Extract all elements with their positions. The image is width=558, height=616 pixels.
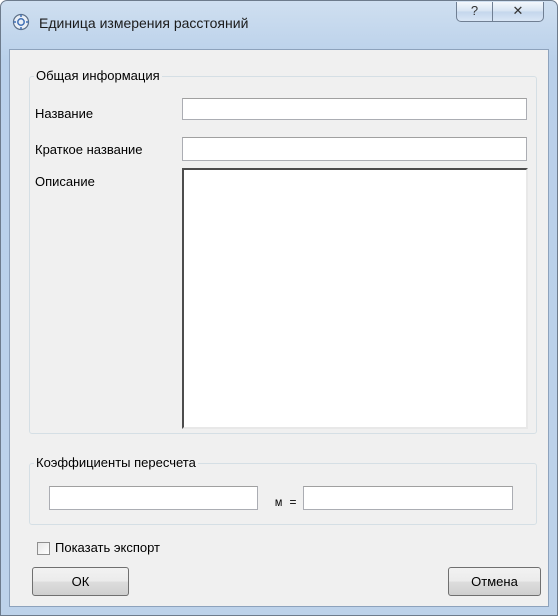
title-bar[interactable]: Единица измерения расстояний ? ✕ <box>1 1 557 49</box>
show-export-checkbox[interactable] <box>37 542 50 555</box>
close-button[interactable]: ✕ <box>493 2 544 22</box>
show-export-label[interactable]: Показать экспорт <box>55 540 160 555</box>
help-button[interactable]: ? <box>456 2 493 22</box>
short-name-input[interactable] <box>182 137 527 161</box>
dialog-body: Общая информация Название Краткое назван… <box>9 49 549 607</box>
close-icon: ✕ <box>512 3 524 18</box>
ok-button[interactable]: ОК <box>32 567 129 596</box>
conversion-left-input[interactable] <box>49 486 258 510</box>
general-info-legend: Общая информация <box>34 68 162 83</box>
gear-icon <box>12 13 30 31</box>
cancel-button[interactable]: Отмена <box>448 567 541 596</box>
ok-button-label: ОК <box>71 574 90 589</box>
dialog-window: Единица измерения расстояний ? ✕ Общая и… <box>0 0 558 616</box>
short-name-label: Краткое название <box>35 142 143 157</box>
conversion-right-input[interactable] <box>303 486 513 510</box>
description-textarea[interactable] <box>182 168 528 429</box>
description-label: Описание <box>35 174 95 189</box>
meters-equals-label: м = <box>275 496 297 510</box>
conversion-legend: Коэффициенты пересчета <box>34 455 198 470</box>
help-icon: ? <box>470 3 479 18</box>
window-title: Единица измерения расстояний <box>39 15 249 31</box>
name-label: Название <box>35 106 94 121</box>
cancel-button-label: Отмена <box>471 574 518 589</box>
name-input[interactable] <box>182 98 527 120</box>
